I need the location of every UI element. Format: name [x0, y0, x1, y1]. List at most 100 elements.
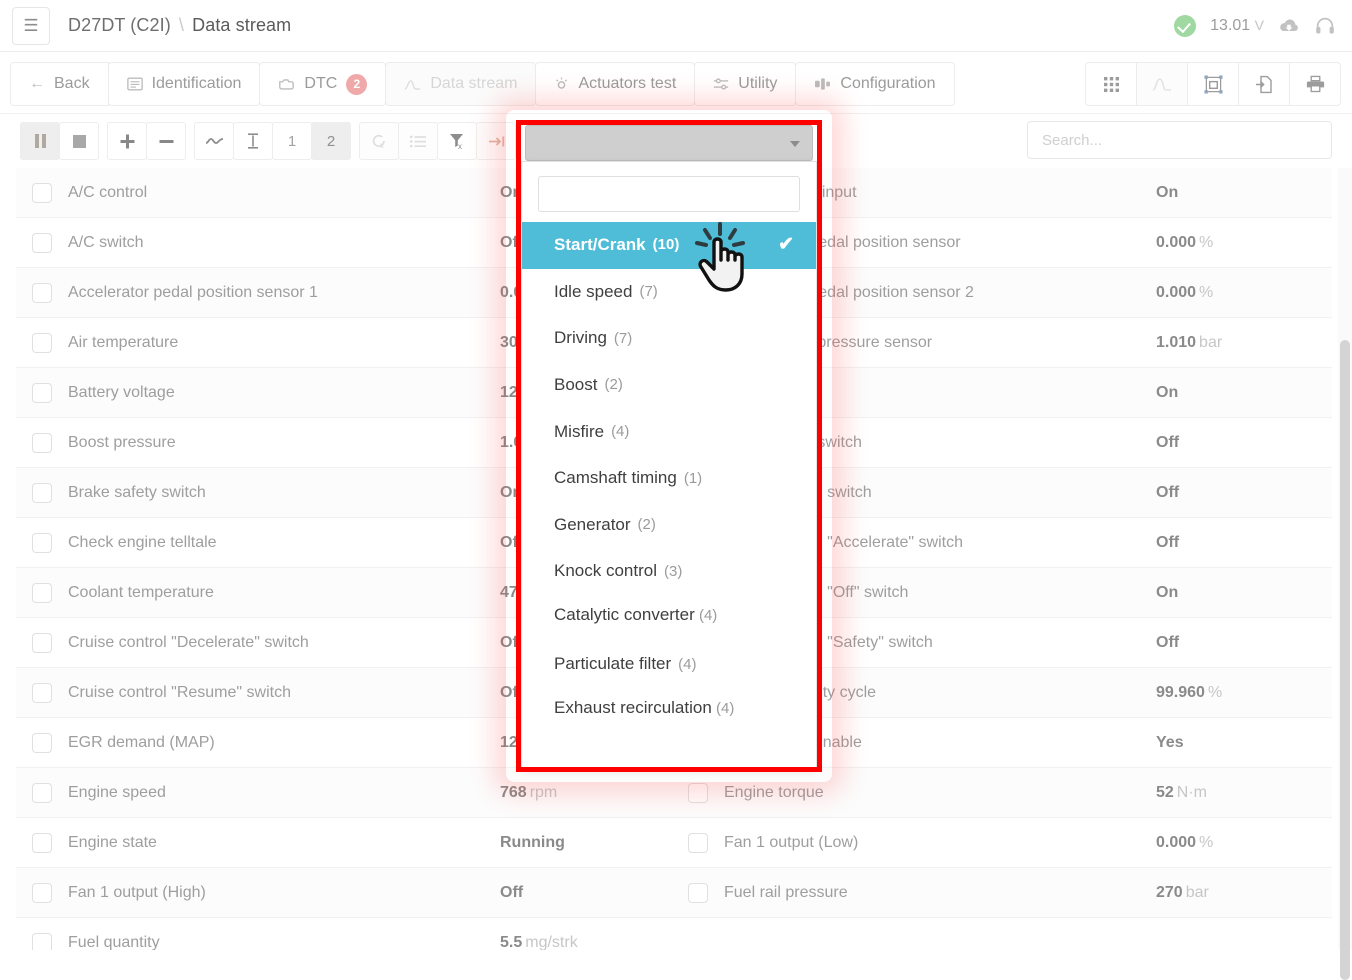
- row-checkbox[interactable]: [32, 332, 52, 353]
- cloud-download-icon[interactable]: [1278, 17, 1300, 35]
- nav-tab-data-stream[interactable]: Data stream: [385, 62, 537, 106]
- parameter-value: On: [1152, 184, 1322, 202]
- parameter-name: Battery voltage: [68, 383, 175, 401]
- hamburger-icon[interactable]: ☰: [12, 6, 50, 45]
- print-icon[interactable]: [1289, 62, 1341, 106]
- export-icon[interactable]: [1238, 62, 1290, 106]
- parameter-name: Air temperature: [68, 333, 179, 351]
- parameter-value-number: 5.5: [500, 933, 523, 951]
- parameter-value: 99.960%: [1152, 684, 1322, 702]
- snapshot-icon[interactable]: [1187, 62, 1239, 106]
- row-checkbox[interactable]: [32, 732, 52, 753]
- clear-filter-button[interactable]: x: [437, 122, 477, 160]
- list-view-button[interactable]: [398, 122, 438, 160]
- svg-text:x: x: [380, 141, 384, 149]
- parameter-value-number: 52: [1156, 783, 1174, 801]
- svg-text:x: x: [458, 142, 462, 149]
- column-2-label: 2: [326, 132, 336, 150]
- stop-button[interactable]: [59, 122, 99, 160]
- row-checkbox[interactable]: [32, 482, 52, 503]
- row-checkbox[interactable]: [32, 382, 52, 403]
- row-checkbox[interactable]: [688, 882, 708, 903]
- graph-view-icon[interactable]: [1136, 62, 1188, 106]
- row-checkbox[interactable]: [32, 632, 52, 653]
- search-placeholder: Search...: [1042, 131, 1103, 149]
- dtc-count-badge: 2: [346, 73, 368, 95]
- next-button[interactable]: [476, 122, 516, 160]
- nav-tab-utility[interactable]: Utility: [694, 62, 797, 106]
- parameter-name: Engine state: [68, 833, 157, 851]
- parameter-value-number: Off: [500, 883, 524, 901]
- parameter-name: Coolant temperature: [68, 583, 214, 601]
- parameter-value: Running: [496, 834, 666, 852]
- nav-tab-label: Configuration: [840, 75, 936, 92]
- row-checkbox[interactable]: [32, 182, 52, 203]
- row-checkbox[interactable]: [688, 832, 708, 853]
- nav-tab-configuration[interactable]: Configuration: [795, 62, 955, 106]
- parameter-value-number: On: [1156, 583, 1179, 601]
- breadcrumb-leaf: Data stream: [192, 15, 292, 35]
- parameter-value-unit: bar: [1199, 333, 1223, 351]
- parameter-value-number: On: [1156, 383, 1179, 401]
- parameter-value: 768 rpm: [496, 784, 666, 802]
- table-row[interactable]: Engine speed 768 rpm: [16, 768, 676, 818]
- row-checkbox[interactable]: [32, 682, 52, 703]
- row-checkbox[interactable]: [32, 232, 52, 253]
- nav-tab-back[interactable]: ← Back: [10, 62, 109, 106]
- table-row[interactable]: Fuel rail pressure 270 bar: [672, 868, 1332, 918]
- parameter-value-number: Off: [1156, 633, 1180, 651]
- fit-height-button[interactable]: [233, 122, 273, 160]
- app-header: ☰ D27DT (C2I) \ Data stream 13.01 V: [0, 0, 1352, 52]
- nav-tab-label: DTC: [304, 75, 338, 92]
- parameter-value-number: Off: [1156, 483, 1180, 501]
- row-checkbox[interactable]: [32, 582, 52, 603]
- parameter-value: Yes: [1152, 734, 1322, 752]
- pause-button[interactable]: [20, 122, 60, 160]
- row-checkbox[interactable]: [32, 832, 52, 853]
- grid-view-icon[interactable]: [1085, 62, 1137, 106]
- table-row[interactable]: Engine torque 52 N·m: [672, 768, 1332, 818]
- vertical-scrollbar[interactable]: [1338, 168, 1352, 980]
- chart-line-icon: [404, 78, 421, 91]
- headset-icon[interactable]: [1314, 15, 1336, 37]
- nav-tab-dtc[interactable]: DTC 2: [259, 62, 387, 106]
- nav-tab-label: Identification: [151, 75, 242, 92]
- breadcrumb-root[interactable]: D27DT (C2I): [68, 15, 171, 35]
- id-card-icon: [126, 77, 143, 91]
- breadcrumb: D27DT (C2I) \ Data stream: [68, 15, 291, 36]
- nav-tab-identification[interactable]: Identification: [107, 62, 261, 106]
- search-input[interactable]: Search...: [1027, 121, 1332, 159]
- table-row[interactable]: Engine state Running: [16, 818, 676, 868]
- parameter-value: 270 bar: [1152, 884, 1322, 902]
- clear-recording-button[interactable]: x: [359, 122, 399, 160]
- row-checkbox[interactable]: [32, 932, 52, 950]
- row-checkbox[interactable]: [32, 882, 52, 903]
- parameter-value-unit: %: [1207, 683, 1223, 701]
- parameter-value: 0.000%: [1152, 234, 1322, 252]
- parameter-name: Engine torque: [724, 783, 824, 801]
- parameter-name: Accelerator pedal position sensor 1: [68, 283, 318, 301]
- scrollbar-thumb[interactable]: [1340, 340, 1350, 980]
- parameter-value: 5.5 mg/strk: [496, 934, 666, 951]
- table-row[interactable]: Fuel quantity 5.5 mg/strk: [16, 918, 676, 950]
- column-2-button[interactable]: 2: [311, 122, 351, 160]
- waveform-button[interactable]: [194, 122, 234, 160]
- row-checkbox[interactable]: [32, 282, 52, 303]
- add-button[interactable]: [107, 122, 147, 160]
- table-row[interactable]: Fan 1 output (Low) 0.000%: [672, 818, 1332, 868]
- nav-tab-actuators-test[interactable]: Actuators test: [535, 62, 696, 106]
- remove-button[interactable]: [146, 122, 186, 160]
- parameter-value-number: 270: [1156, 883, 1183, 901]
- row-checkbox[interactable]: [32, 432, 52, 453]
- table-row[interactable]: Fan 1 output (High) Off: [16, 868, 676, 918]
- parameter-value: 0.000%: [1152, 834, 1322, 852]
- column-1-button[interactable]: 1: [272, 122, 312, 160]
- row-checkbox[interactable]: [688, 782, 708, 803]
- parameter-name: A/C switch: [68, 233, 144, 251]
- parameter-name: Cruise control "Resume" switch: [68, 683, 291, 701]
- parameter-value-number: Off: [1156, 533, 1180, 551]
- row-checkbox[interactable]: [32, 532, 52, 553]
- parameter-value-number: On: [1156, 183, 1179, 201]
- parameter-name: EGR demand (MAP): [68, 733, 215, 751]
- row-checkbox[interactable]: [32, 782, 52, 803]
